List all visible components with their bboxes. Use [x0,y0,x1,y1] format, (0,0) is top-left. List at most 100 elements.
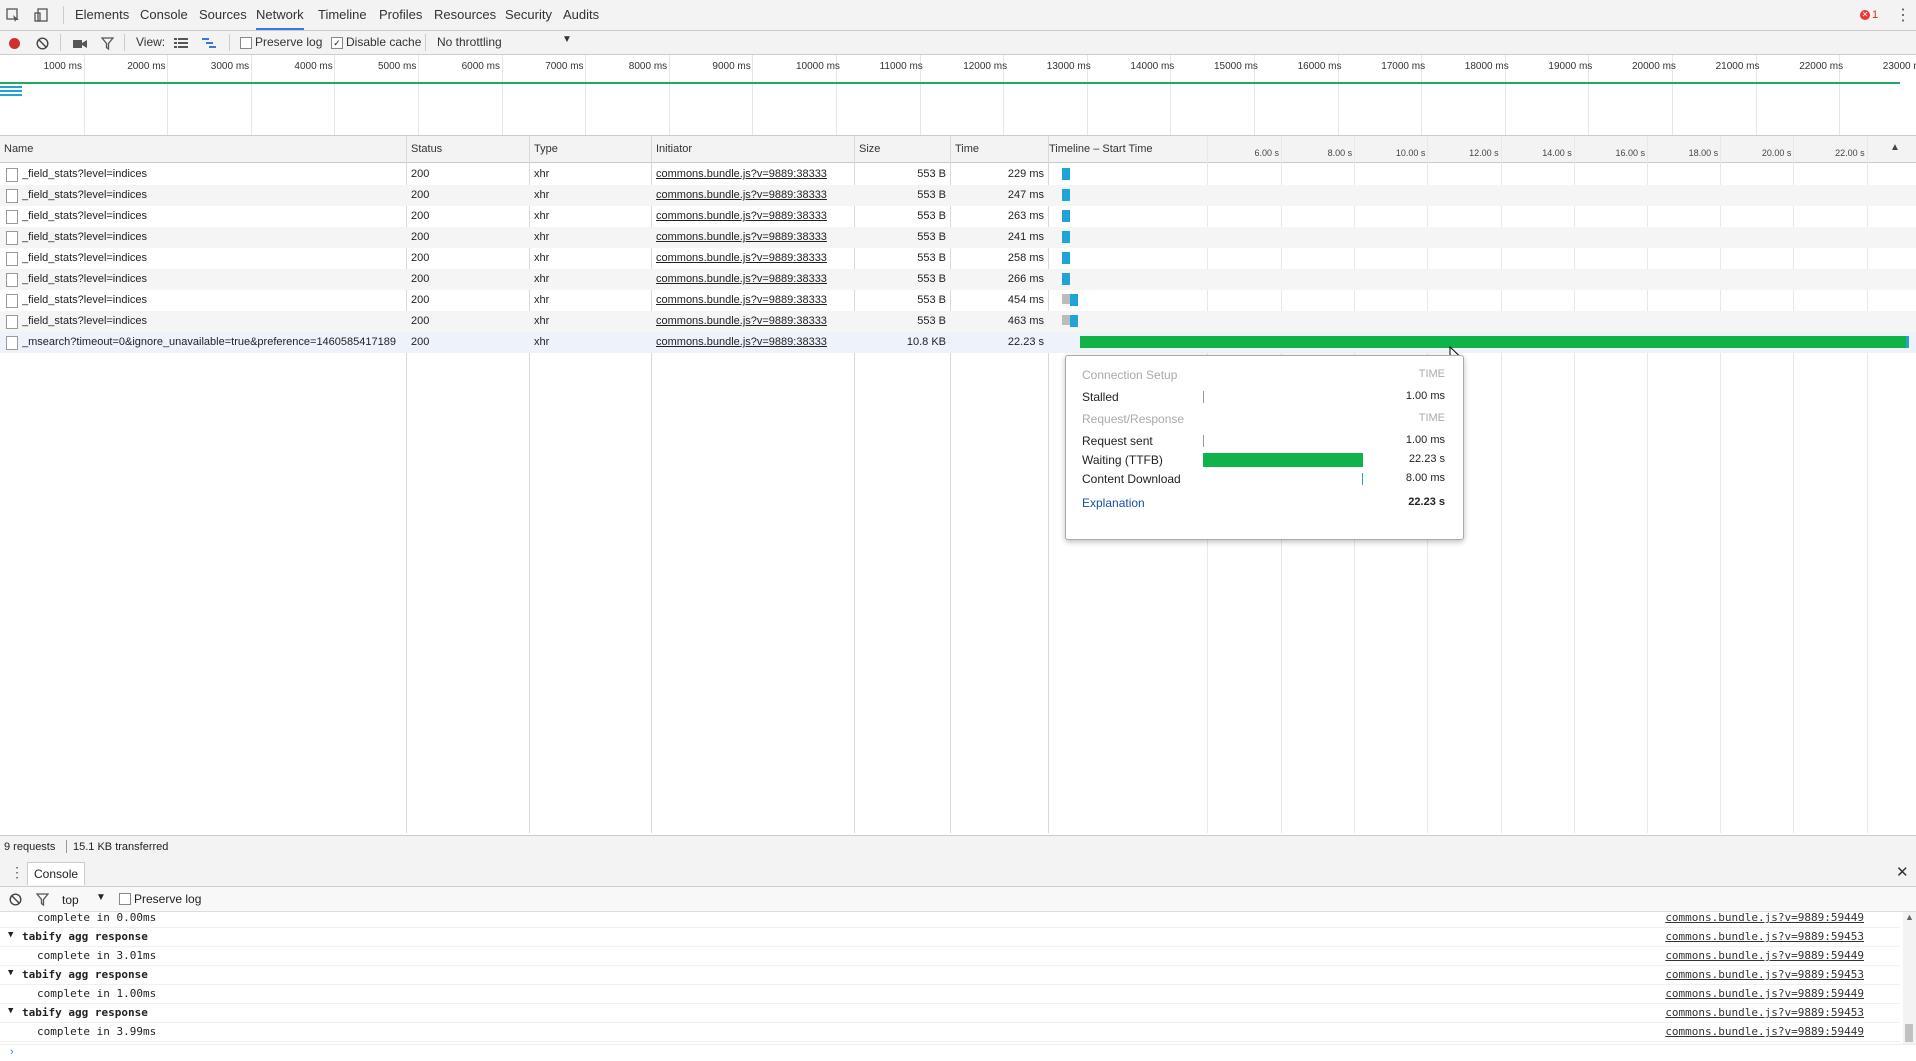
scroll-up-icon[interactable]: ▲ [1905,912,1914,922]
request-row[interactable]: _field_stats?level=indices 200 xhr commons.… [0,185,1916,206]
tab-profiles[interactable]: Profiles [379,0,422,30]
document-icon [6,210,18,224]
tab-resources[interactable]: Resources [434,0,496,30]
col-size[interactable]: Size [859,136,880,162]
request-initiator[interactable]: commons.bundle.js?v=9889:38333 [656,248,851,269]
col-time[interactable]: Time [955,136,979,162]
console-source-link[interactable]: commons.bundle.js?v=9889:59449 [1665,949,1864,962]
request-initiator[interactable]: commons.bundle.js?v=9889:38333 [656,332,851,353]
waterfall-view-icon[interactable] [201,35,217,51]
waterfall-bar[interactable] [1062,189,1070,201]
explanation-link[interactable]: Explanation [1082,496,1145,510]
tab-timeline[interactable]: Timeline [318,0,367,30]
console-source-link[interactable]: commons.bundle.js?v=9889:59449 [1665,912,1864,924]
col-name[interactable]: Name [4,136,33,162]
col-initiator[interactable]: Initiator [656,136,692,162]
request-initiator[interactable]: commons.bundle.js?v=9889:38333 [656,206,851,227]
console-source-link[interactable]: commons.bundle.js?v=9889:59449 [1665,987,1864,1000]
document-icon [6,189,18,203]
console-group[interactable]: ▼ tabify agg response commons.bundle.js?v=… [0,965,1900,985]
console-group[interactable]: ▼ tabify agg response commons.bundle.js?v=… [0,1003,1900,1023]
scroll-thumb[interactable] [1905,1024,1913,1042]
large-rows-icon[interactable] [173,35,189,51]
request-row[interactable]: _field_stats?level=indices 200 xhr commons.… [0,248,1916,269]
request-row[interactable]: _field_stats?level=indices 200 xhr commons.… [0,269,1916,290]
waterfall-bar[interactable] [1062,231,1070,243]
request-count: 9 requests [4,841,56,853]
camera-icon[interactable] [72,35,88,51]
overview-gridline [668,55,670,135]
request-initiator[interactable]: commons.bundle.js?v=9889:38333 [656,311,851,332]
console-source-link[interactable]: commons.bundle.js?v=9889:59453 [1665,1006,1864,1019]
request-row[interactable]: _field_stats?level=indices 200 xhr commons.… [0,164,1916,185]
request-row[interactable]: _field_stats?level=indices 200 xhr commons.… [0,290,1916,311]
col-type[interactable]: Type [534,136,558,162]
waterfall-bar[interactable] [1062,210,1070,222]
disable-cache-checkbox[interactable]: ✓ [331,37,343,49]
console-prompt[interactable]: › [0,1044,1916,1061]
request-name[interactable]: _field_stats?level=indices [22,311,402,332]
waterfall-bar[interactable] [1062,168,1070,180]
error-count-badge[interactable]: ✕ 1 [1858,8,1880,22]
overview-bar [0,86,22,88]
device-mode-icon[interactable] [32,7,50,23]
tab-elements[interactable]: Elements [75,0,129,30]
col-status[interactable]: Status [411,136,442,162]
context-select[interactable]: top ▼ [60,889,110,909]
record-icon[interactable] [6,35,22,51]
col-timeline[interactable]: Timeline – Start Time [1049,136,1153,162]
more-options-icon[interactable]: ⋮ [1895,7,1911,24]
drawer-menu-icon[interactable]: ⋮ [10,864,24,881]
filter-icon[interactable] [99,35,115,51]
console-source-link[interactable]: commons.bundle.js?v=9889:59449 [1665,1025,1864,1038]
tab-security[interactable]: Security [505,0,552,30]
expand-group-icon[interactable]: ▼ [8,968,13,978]
tab-audits[interactable]: Audits [563,0,599,30]
console-filter-icon[interactable] [34,891,50,907]
waterfall-bar[interactable] [1062,273,1070,285]
request-initiator[interactable]: commons.bundle.js?v=9889:38333 [656,269,851,290]
request-name[interactable]: _field_stats?level=indices [22,164,402,185]
request-name[interactable]: _field_stats?level=indices [22,185,402,206]
console-source-link[interactable]: commons.bundle.js?v=9889:59453 [1665,968,1864,981]
console-scrollbar[interactable]: ▲ [1903,912,1916,1044]
request-initiator[interactable]: commons.bundle.js?v=9889:38333 [656,164,851,185]
close-drawer-icon[interactable]: ✕ [1896,863,1909,881]
overview-tick-label: 19000 ms [1548,61,1593,72]
request-name[interactable]: _field_stats?level=indices [22,290,402,311]
msearch-waiting-bar[interactable] [1080,336,1906,348]
request-initiator[interactable]: commons.bundle.js?v=9889:38333 [656,290,851,311]
console-clear-icon[interactable] [7,891,23,907]
request-row[interactable]: _field_stats?level=indices 200 xhr commons.… [0,311,1916,332]
network-overview[interactable]: 1000 ms 2000 ms 3000 ms 4000 ms 5000 ms 6000 … [0,55,1916,136]
request-initiator[interactable]: commons.bundle.js?v=9889:38333 [656,227,851,248]
request-row[interactable]: _field_stats?level=indices 200 xhr commons.… [0,206,1916,227]
tab-sources[interactable]: Sources [199,0,247,30]
expand-group-icon[interactable]: ▼ [8,930,13,940]
request-row[interactable]: _field_stats?level=indices 200 xhr commons.… [0,227,1916,248]
request-initiator[interactable]: commons.bundle.js?v=9889:38333 [656,185,851,206]
inspect-element-icon[interactable] [4,7,22,23]
tab-network[interactable]: Network [256,0,304,30]
request-name[interactable]: _field_stats?level=indices [22,248,402,269]
console-group[interactable]: ▼ tabify agg response commons.bundle.js?v=… [0,927,1900,947]
sort-ascending-icon[interactable]: ▲ [1890,142,1900,153]
stalled-bar [1203,391,1204,403]
expand-group-icon[interactable]: ▼ [8,1006,13,1016]
request-type: xhr [534,168,550,180]
waterfall-bar[interactable] [1070,294,1078,306]
console-drawer-tab[interactable]: Console [27,862,86,885]
request-name[interactable]: _field_stats?level=indices [22,227,402,248]
preserve-log-checkbox[interactable] [240,37,252,49]
request-size: 553 B [917,231,946,243]
console-preserve-log-checkbox[interactable] [119,893,131,905]
throttling-select[interactable]: No throttling ▼ [434,32,576,52]
waterfall-bar[interactable] [1070,315,1078,327]
request-name[interactable]: _msearch?timeout=0&ignore_unavailable=tr… [22,332,402,353]
waterfall-bar[interactable] [1062,252,1070,264]
request-name[interactable]: _field_stats?level=indices [22,206,402,227]
console-source-link[interactable]: commons.bundle.js?v=9889:59453 [1665,930,1864,943]
request-name[interactable]: _field_stats?level=indices [22,269,402,290]
tab-console[interactable]: Console [140,0,188,30]
clear-icon[interactable] [34,35,50,51]
